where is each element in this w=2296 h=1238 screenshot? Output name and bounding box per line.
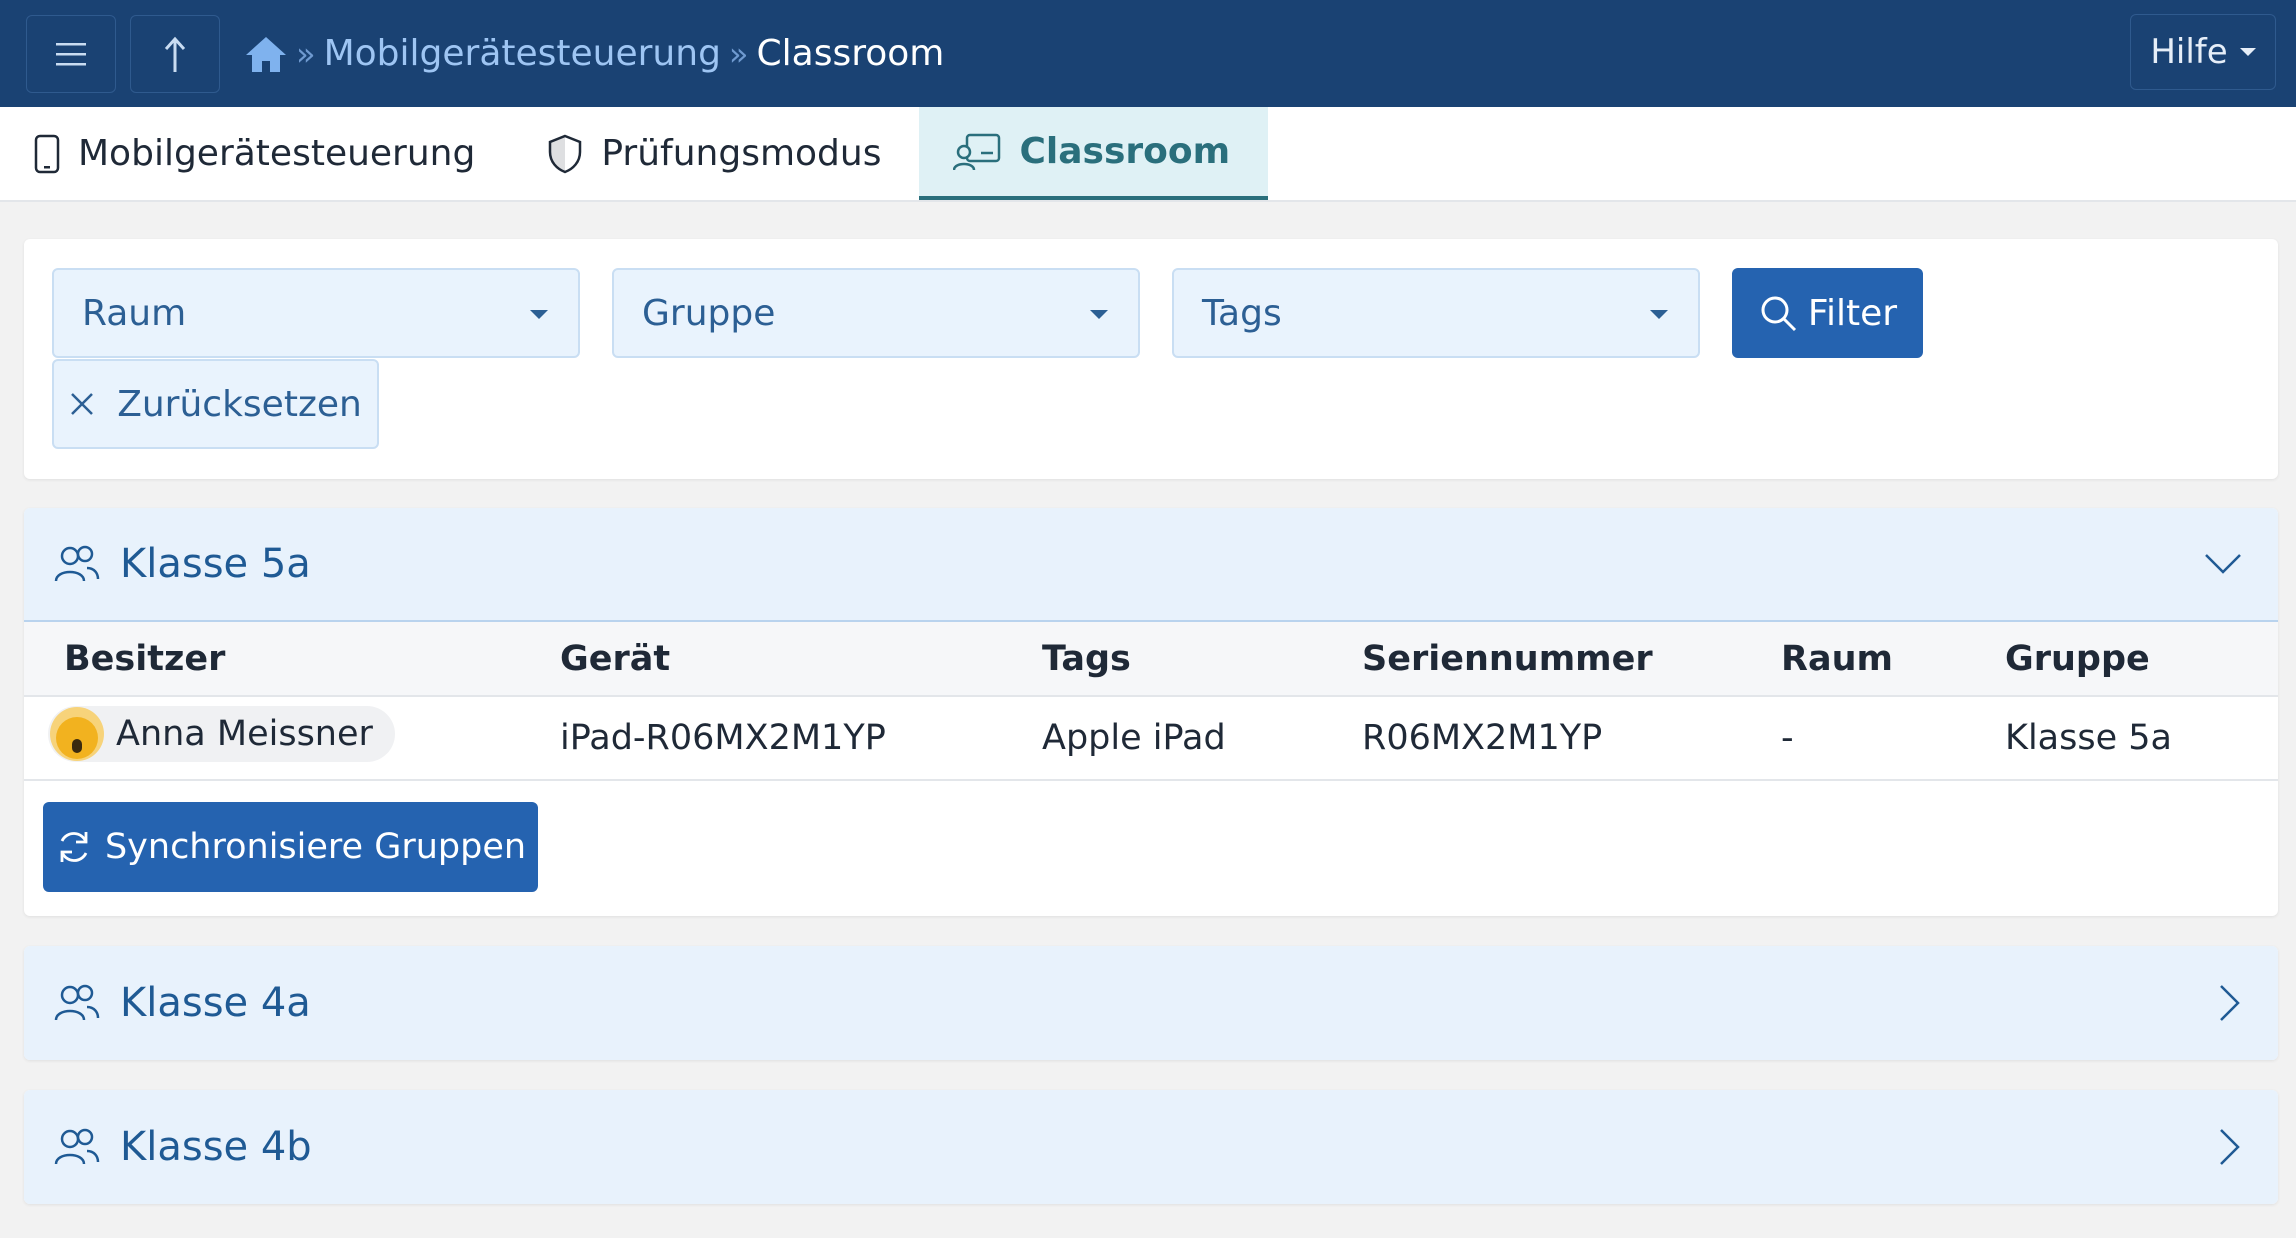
avatar: [50, 707, 104, 761]
menu-button[interactable]: [26, 14, 116, 93]
group-panel-header[interactable]: Klasse 5a: [24, 508, 2278, 622]
reset-button-label: Zurücksetzen: [117, 383, 362, 425]
shield-icon: [549, 134, 582, 173]
up-level-button[interactable]: [130, 14, 220, 93]
breadcrumb-separator: »: [296, 34, 316, 73]
caret-down-icon: [2239, 48, 2256, 56]
chevron-right-icon[interactable]: [2218, 1128, 2242, 1166]
tab-bar: Mobilgerätesteuerung Prüfungsmodus Class…: [0, 107, 2296, 202]
phone-icon: [34, 134, 60, 173]
column-header-group[interactable]: Gruppe: [2005, 622, 2278, 697]
device-table: Besitzer Gerät Tags Seriennummer Raum Gr…: [24, 622, 2278, 781]
breadcrumb-current: Classroom: [756, 33, 945, 74]
users-icon: [54, 984, 100, 1021]
caret-down-icon: [1090, 310, 1108, 319]
column-header-room[interactable]: Raum: [1781, 622, 2005, 697]
column-header-serial[interactable]: Seriennummer: [1362, 622, 1781, 697]
sync-groups-button[interactable]: Synchronisiere Gruppen: [43, 802, 538, 892]
top-navbar: » Mobilgerätesteuerung » Classroom Hilfe: [0, 0, 2296, 107]
group-title: Klasse 4b: [120, 1124, 312, 1170]
breadcrumb-separator: »: [728, 34, 749, 73]
owner-cell: Anna Meissner: [24, 696, 560, 781]
room-select-placeholder: Raum: [82, 292, 187, 334]
tab-exam-mode[interactable]: Prüfungsmodus: [513, 107, 919, 200]
users-icon: [54, 545, 100, 582]
hamburger-icon: [56, 42, 86, 65]
group-panel-klasse-4a: Klasse 4a: [24, 946, 2278, 1060]
tab-classroom[interactable]: Classroom: [919, 107, 1269, 200]
refresh-icon: [60, 832, 88, 862]
help-label: Hilfe: [2150, 32, 2228, 72]
chevron-right-icon[interactable]: [2218, 984, 2242, 1022]
breadcrumb-link-mobile[interactable]: Mobilgerätesteuerung: [324, 33, 721, 74]
filter-button[interactable]: Filter: [1732, 268, 1923, 358]
reset-button[interactable]: Zurücksetzen: [52, 359, 379, 449]
owner-chip[interactable]: Anna Meissner: [48, 706, 395, 762]
group-panel-klasse-4b: Klasse 4b: [24, 1090, 2278, 1204]
breadcrumb: » Mobilgerätesteuerung » Classroom: [244, 33, 944, 74]
help-dropdown-button[interactable]: Hilfe: [2130, 14, 2276, 90]
serial-cell: R06MX2M1YP: [1362, 696, 1781, 781]
group-title: Klasse 5a: [120, 541, 311, 587]
group-cell: Klasse 5a: [2005, 696, 2278, 781]
column-header-tags[interactable]: Tags: [1042, 622, 1362, 697]
group-panel-klasse-5a: Klasse 5a Besitzer Gerät Tags Seriennumm…: [24, 508, 2278, 916]
tab-label: Prüfungsmodus: [601, 133, 882, 174]
column-header-owner[interactable]: Besitzer: [24, 622, 560, 697]
group-select-placeholder: Gruppe: [642, 292, 776, 334]
group-title: Klasse 4a: [120, 980, 311, 1026]
classroom-icon: [953, 133, 1001, 170]
tags-select[interactable]: Tags: [1172, 268, 1700, 358]
search-icon: [1761, 296, 1796, 332]
tags-cell: Apple iPad: [1042, 696, 1362, 781]
table-header-row: Besitzer Gerät Tags Seriennummer Raum Gr…: [24, 622, 2278, 697]
sync-groups-label: Synchronisiere Gruppen: [104, 827, 527, 867]
group-panel-header[interactable]: Klasse 4a: [24, 946, 2278, 1060]
column-header-device[interactable]: Gerät: [560, 622, 1042, 697]
room-cell: -: [1781, 696, 2005, 781]
users-icon: [54, 1128, 100, 1165]
tab-mobile-device-management[interactable]: Mobilgerätesteuerung: [0, 107, 513, 200]
caret-down-icon: [530, 310, 548, 319]
owner-name: Anna Meissner: [116, 714, 373, 754]
filter-card: Raum Gruppe Tags Filter Zurücksetzen: [24, 239, 2278, 479]
home-icon[interactable]: [244, 34, 288, 74]
table-row[interactable]: Anna Meissner iPad-R06MX2M1YP Apple iPad…: [24, 696, 2278, 781]
caret-down-icon: [1650, 310, 1668, 319]
group-panel-header[interactable]: Klasse 4b: [24, 1090, 2278, 1204]
tab-label: Mobilgerätesteuerung: [78, 133, 476, 174]
chevron-down-icon[interactable]: [2204, 552, 2242, 576]
filter-button-label: Filter: [1807, 292, 1898, 334]
arrow-up-icon: [164, 36, 186, 72]
tags-select-placeholder: Tags: [1202, 292, 1282, 334]
device-cell: iPad-R06MX2M1YP: [560, 696, 1042, 781]
room-select[interactable]: Raum: [52, 268, 580, 358]
tab-label: Classroom: [1019, 131, 1231, 172]
group-select[interactable]: Gruppe: [612, 268, 1140, 358]
close-icon: [71, 393, 94, 415]
